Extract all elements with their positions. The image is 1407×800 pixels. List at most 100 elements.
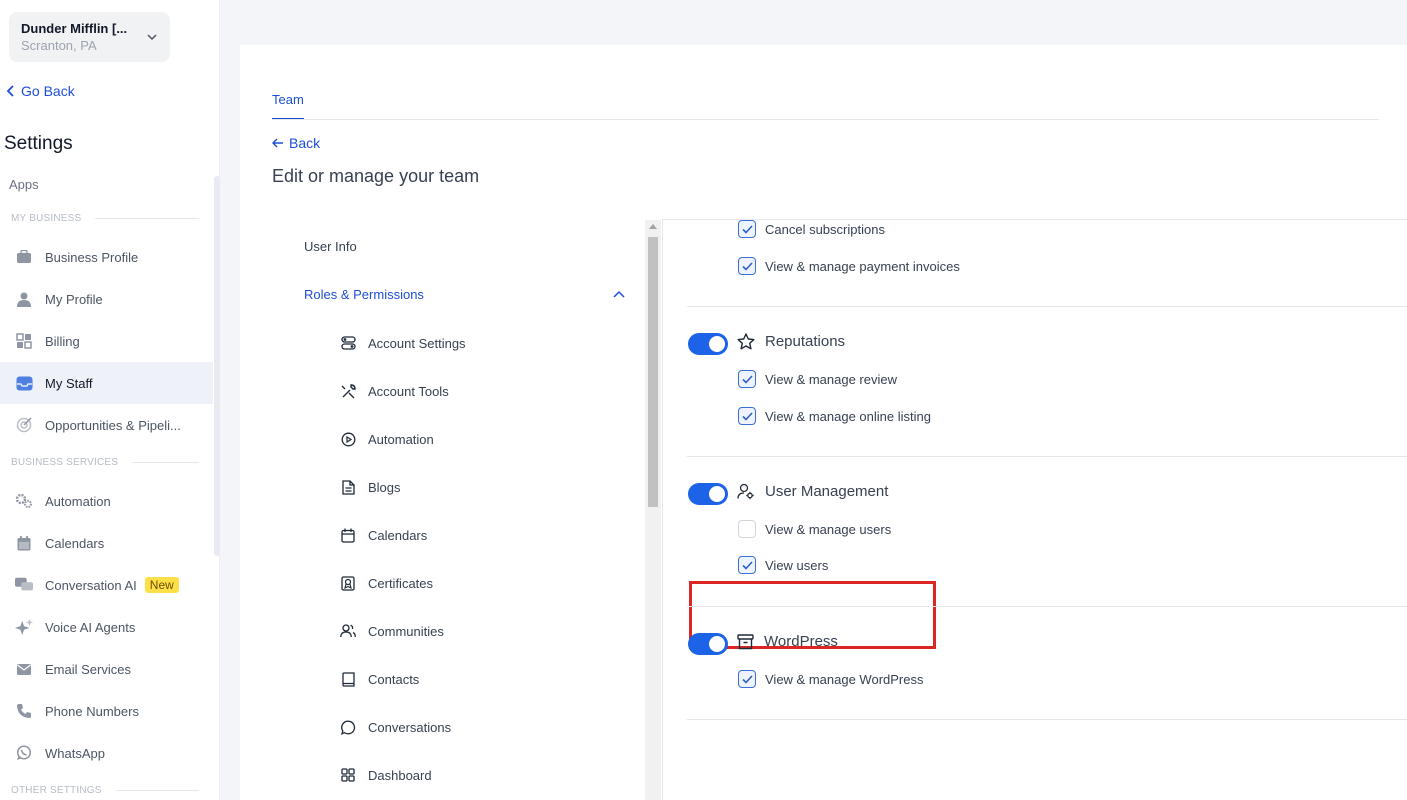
subnav-conversations[interactable]: Conversations	[340, 719, 451, 735]
checkbox-checked-icon	[738, 257, 756, 275]
new-badge: New	[144, 577, 179, 593]
sidebar-item-voice-ai-agents[interactable]: Voice AI Agents	[0, 606, 213, 648]
checkbox-view-manage-online-listing[interactable]: View & manage online listing	[738, 407, 931, 425]
subnav-user-info[interactable]: User Info	[304, 239, 357, 254]
sidebar-item-label: Email Services	[45, 661, 131, 677]
subnav-contacts[interactable]: Contacts	[340, 671, 419, 687]
account-name: Dunder Mifflin [...	[21, 21, 128, 36]
book-icon	[340, 671, 356, 687]
sidebar-item-label: Conversation AI	[45, 577, 137, 593]
sidebar-item-label: Billing	[45, 333, 80, 349]
subnav-blogs[interactable]: Blogs	[340, 479, 401, 495]
arrow-left-icon	[272, 138, 283, 148]
target-icon	[15, 416, 33, 434]
subnav-certificates[interactable]: Certificates	[340, 575, 433, 591]
sidebar-item-automation[interactable]: Automation	[0, 480, 213, 522]
back-link[interactable]: Back	[272, 135, 320, 151]
briefcase-icon	[15, 248, 33, 266]
sidebar-item-phone-numbers[interactable]: Phone Numbers	[0, 690, 213, 732]
sidebar: Dunder Mifflin [... Scranton, PA Go Back…	[0, 0, 220, 800]
users-icon	[340, 623, 356, 639]
go-back-label: Go Back	[21, 83, 75, 99]
calendar-icon	[15, 534, 33, 552]
checkbox-view-manage-users[interactable]: View & manage users	[738, 520, 891, 538]
chevron-down-icon	[147, 34, 157, 41]
calendar-outline-icon	[340, 527, 356, 543]
chat-icon	[15, 576, 33, 594]
play-circle-icon	[340, 431, 356, 447]
checkbox-unchecked-icon	[738, 520, 756, 538]
sidebar-item-label: Phone Numbers	[45, 703, 139, 719]
settings-title: Settings	[4, 133, 73, 154]
subnav-account-settings[interactable]: Account Settings	[340, 335, 466, 351]
mail-icon	[15, 660, 33, 678]
subnav-scrollbar[interactable]	[645, 220, 661, 800]
sidebar-item-label: Opportunities & Pipeli...	[45, 417, 181, 433]
user-cog-icon	[737, 483, 754, 500]
chevron-up-icon[interactable]	[613, 290, 625, 298]
main-content: Team Back Edit or manage your team User …	[240, 45, 1407, 800]
tools-icon	[340, 383, 356, 399]
toggle-wordpress[interactable]	[688, 633, 728, 655]
group-divider	[687, 306, 1407, 307]
checkbox-checked-icon	[738, 370, 756, 388]
subnav-automation[interactable]: Automation	[340, 431, 434, 447]
grid-icon	[340, 767, 356, 783]
sidebar-item-opportunities[interactable]: Opportunities & Pipeli...	[0, 404, 213, 446]
section-other-settings: OTHER SETTINGS	[11, 785, 199, 796]
checkbox-view-manage-payment-invoices[interactable]: View & manage payment invoices	[738, 257, 960, 275]
sidebar-item-my-staff[interactable]: My Staff	[0, 362, 213, 404]
document-icon	[340, 479, 356, 495]
group-divider	[687, 456, 1407, 457]
toggles-icon	[340, 335, 356, 351]
group-divider	[687, 606, 1407, 607]
whatsapp-icon	[15, 744, 33, 762]
sidebar-item-label: Calendars	[45, 535, 105, 551]
subnav-account-tools[interactable]: Account Tools	[340, 383, 449, 399]
group-divider	[687, 719, 1407, 720]
sidebar-item-label: Voice AI Agents	[45, 619, 136, 635]
checkbox-checked-icon	[738, 556, 756, 574]
group-title-user-management: User Management	[737, 483, 888, 500]
sidebar-item-email-services[interactable]: Email Services	[0, 648, 213, 690]
go-back-link[interactable]: Go Back	[6, 83, 75, 99]
checkbox-view-manage-review[interactable]: View & manage review	[738, 370, 897, 388]
checkbox-view-manage-wordpress[interactable]: View & manage WordPress	[738, 670, 923, 688]
tab-team[interactable]: Team	[272, 92, 304, 120]
phone-icon	[15, 702, 33, 720]
section-my-business: MY BUSINESS	[11, 213, 199, 224]
message-circle-icon	[340, 719, 356, 735]
sidebar-item-my-profile[interactable]: My Profile	[0, 278, 213, 320]
star-icon	[737, 333, 755, 350]
subnav-dashboard[interactable]: Dashboard	[340, 767, 432, 783]
subnav-calendars[interactable]: Calendars	[340, 527, 427, 543]
certificate-icon	[340, 575, 356, 591]
account-switcher[interactable]: Dunder Mifflin [... Scranton, PA	[9, 12, 170, 62]
sidebar-scrollbar[interactable]	[214, 176, 220, 556]
subnav-communities[interactable]: Communities	[340, 623, 444, 639]
chevron-left-icon	[6, 85, 14, 97]
apps-link[interactable]: Apps	[9, 177, 39, 192]
checkbox-checked-icon	[738, 220, 756, 238]
toggle-reputations[interactable]	[688, 333, 728, 355]
sidebar-item-billing[interactable]: Billing	[0, 320, 213, 362]
scroll-up-arrow-icon[interactable]	[649, 224, 657, 229]
sidebar-item-label: WhatsApp	[45, 745, 105, 761]
checkbox-checked-icon	[738, 407, 756, 425]
scrollbar-thumb[interactable]	[648, 237, 658, 507]
sidebar-item-business-profile[interactable]: Business Profile	[0, 236, 213, 278]
toggle-user-management[interactable]	[688, 483, 728, 505]
checkbox-view-users[interactable]: View users	[738, 556, 828, 574]
sidebar-item-label: Automation	[45, 493, 111, 509]
sidebar-item-whatsapp[interactable]: WhatsApp	[0, 732, 213, 774]
tab-divider	[272, 119, 1379, 120]
checkbox-cancel-subscriptions[interactable]: Cancel subscriptions	[738, 220, 885, 238]
sidebar-item-conversation-ai[interactable]: Conversation AI New	[0, 564, 213, 606]
subnav-roles-permissions[interactable]: Roles & Permissions	[304, 287, 424, 302]
permissions-panel: Cancel subscriptions View & manage payme…	[662, 219, 1407, 800]
page-title: Edit or manage your team	[272, 166, 480, 186]
group-title-wordpress: WordPress	[737, 633, 838, 650]
sidebar-item-calendars[interactable]: Calendars	[0, 522, 213, 564]
group-title-reputations: Reputations	[737, 333, 845, 350]
sidebar-item-label: My Staff	[45, 375, 93, 391]
